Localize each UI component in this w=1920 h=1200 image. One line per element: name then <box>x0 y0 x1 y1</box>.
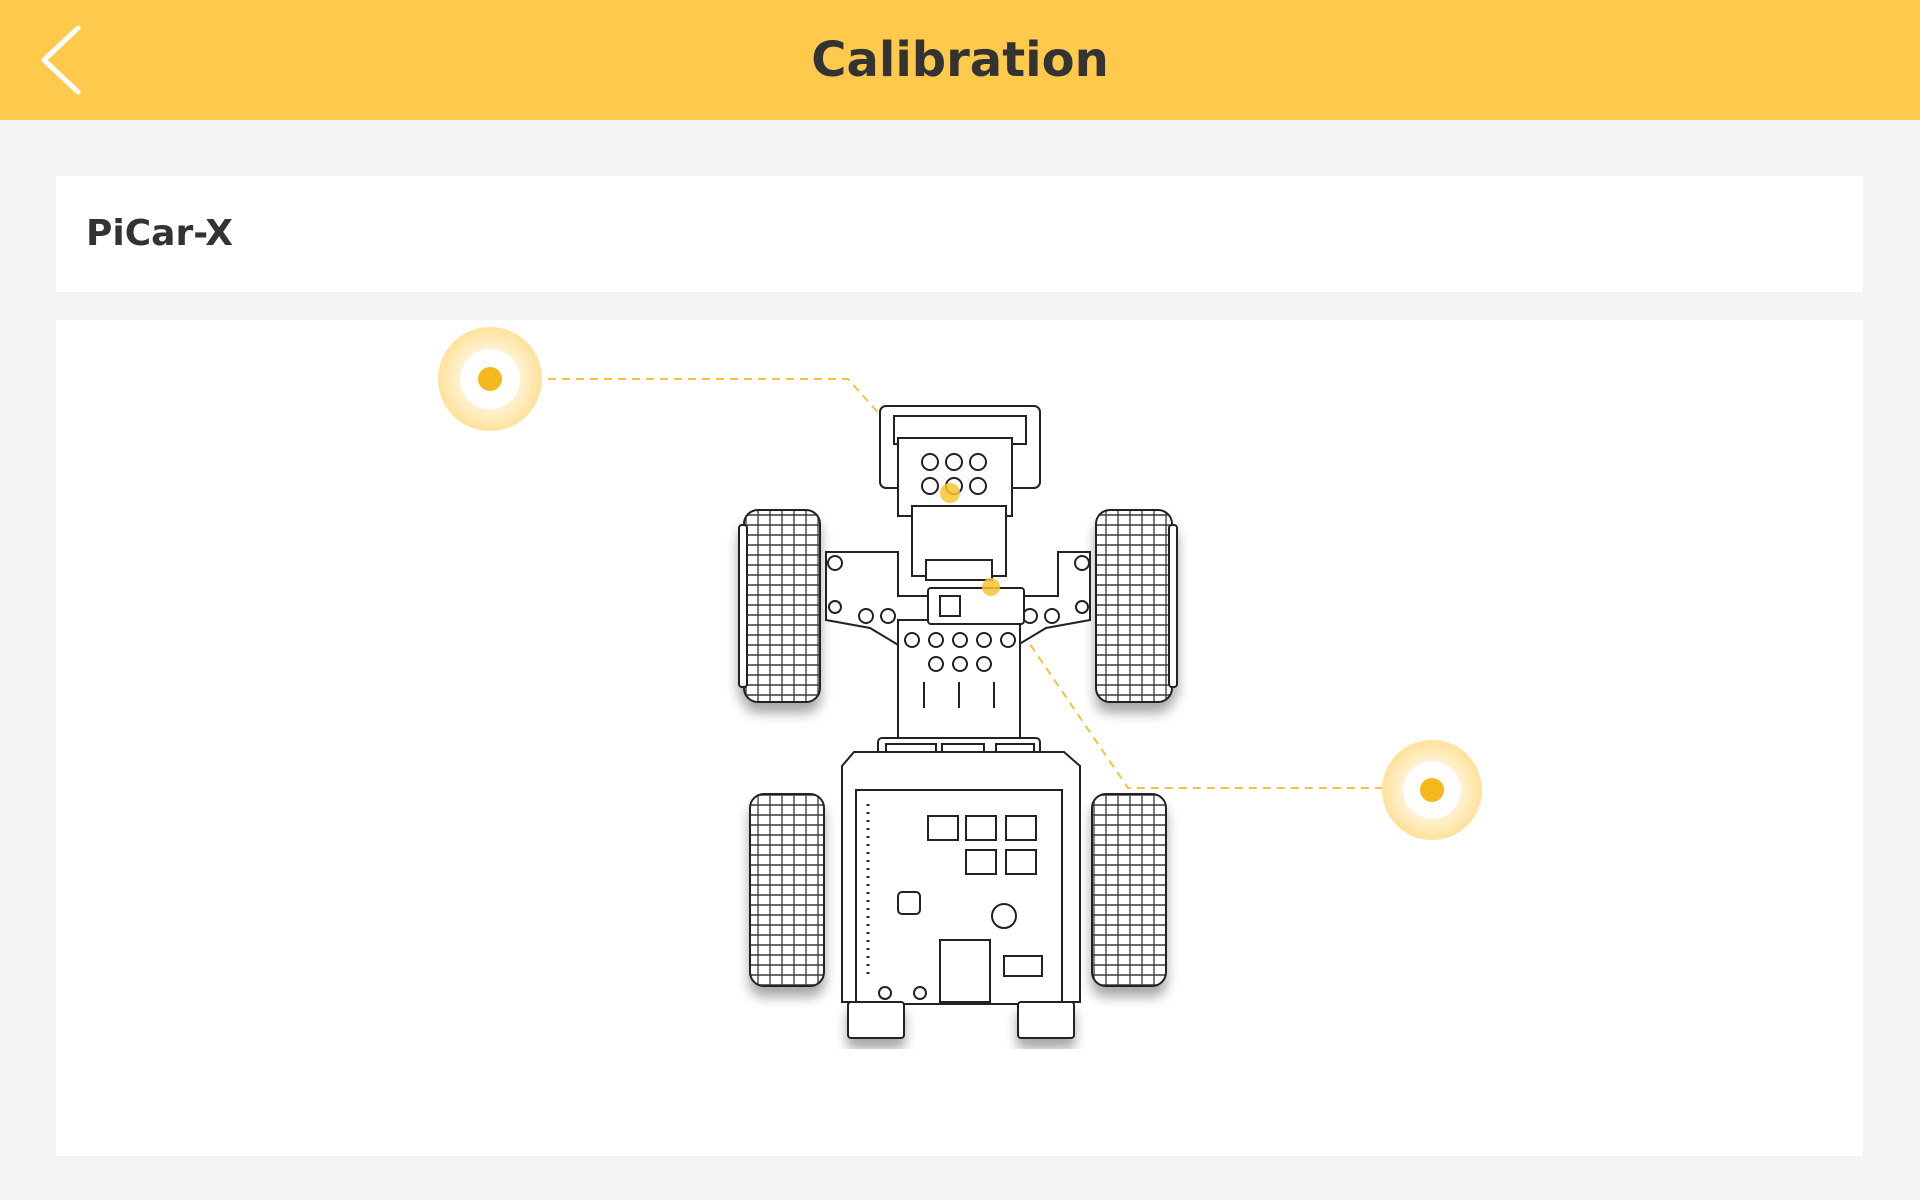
page-title: Calibration <box>811 32 1109 88</box>
device-name-card: PiCar-X <box>56 176 1863 292</box>
front-left-wheel <box>738 509 821 703</box>
robot-car-body <box>738 405 1178 1039</box>
calibration-diagram-card <box>56 320 1863 1156</box>
steering-servo-calibration-point[interactable] <box>1382 740 1482 840</box>
camera-marker <box>940 483 960 503</box>
device-name: PiCar-X <box>86 213 233 254</box>
camera-servo-calibration-point[interactable] <box>438 327 542 431</box>
target-icon <box>1382 740 1482 840</box>
steering-marker <box>982 578 1000 596</box>
robot-car-diagram <box>438 327 1482 1039</box>
rear-right-wheel <box>1091 793 1167 987</box>
target-icon <box>438 327 542 431</box>
rear-left-wheel <box>749 793 825 987</box>
app-header: Calibration <box>0 0 1920 120</box>
front-right-wheel <box>1095 509 1178 703</box>
